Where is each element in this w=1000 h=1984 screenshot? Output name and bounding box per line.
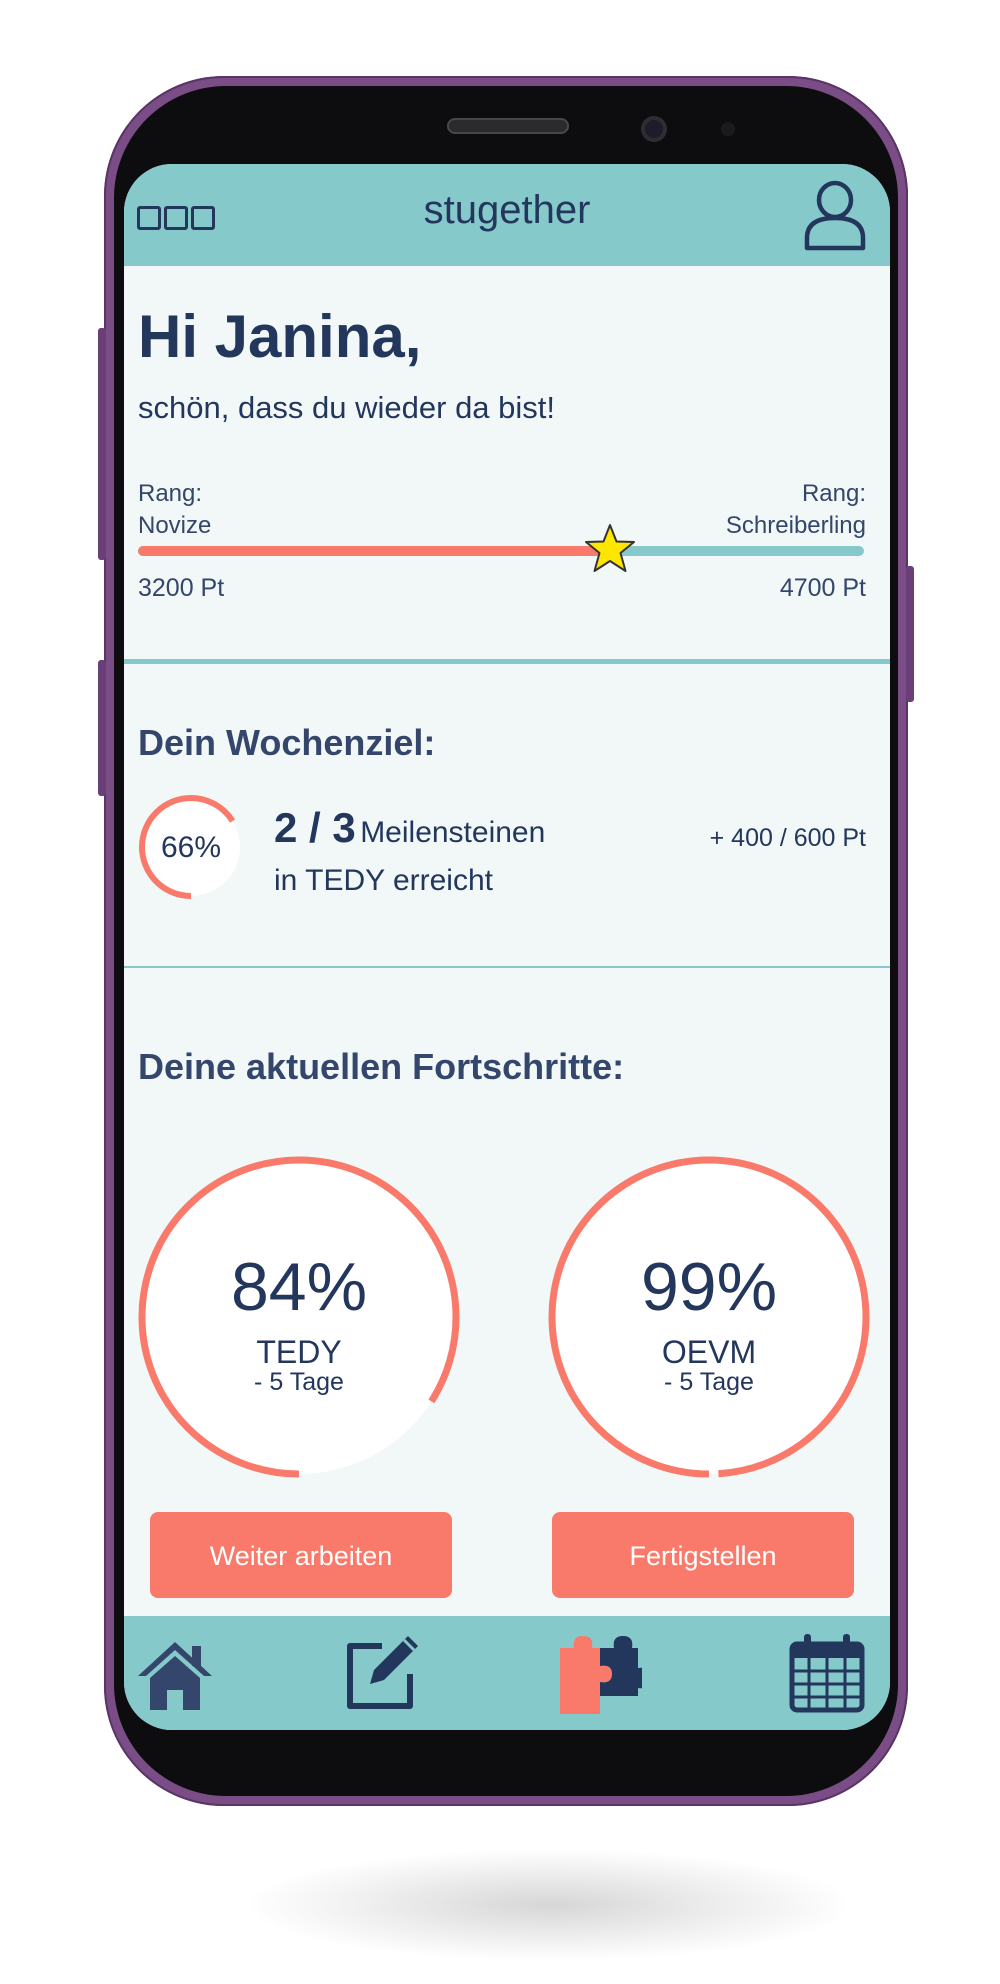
weekly-goal-count: 2 / 3 Meilensteinen xyxy=(274,804,545,852)
bottom-navigation xyxy=(124,1616,890,1730)
volume-down-button xyxy=(98,660,106,796)
tedy-days-left: - 5 Tage xyxy=(254,1368,344,1396)
oevm-course-name: OEVM xyxy=(661,1334,757,1370)
next-rank-points: 4700 Pt xyxy=(779,574,866,602)
oevm-progress-percent: 99% xyxy=(640,1249,778,1325)
power-button xyxy=(906,566,914,702)
volume-up-button xyxy=(98,328,106,560)
oevm-days-left: - 5 Tage xyxy=(664,1368,754,1396)
weekly-goal-detail: in TEDY erreicht xyxy=(274,864,493,897)
phone-shadow xyxy=(250,1850,850,1960)
complete-button[interactable]: Fertigstellen xyxy=(552,1512,854,1598)
puzzle-icon[interactable] xyxy=(556,1630,642,1716)
next-rank: Rang: Schreiberling xyxy=(726,478,866,542)
progress-card-oevm[interactable]: 99% OEVM - 5 Tage xyxy=(548,1156,870,1478)
tedy-course-name: TEDY xyxy=(256,1334,342,1370)
weekly-goal-points: + 400 / 600 Pt xyxy=(709,824,866,852)
weekly-goal-milestones: 2 / 3 xyxy=(274,804,356,851)
weekly-goal-percent: 66% xyxy=(161,831,221,864)
weekly-goal-title: Dein Wochenziel: xyxy=(138,722,436,763)
home-icon[interactable] xyxy=(132,1630,218,1716)
current-rank: Rang: Novize xyxy=(138,478,211,542)
tedy-progress-percent: 84% xyxy=(230,1249,368,1325)
user-profile-icon[interactable] xyxy=(802,180,868,252)
progress-section-title: Deine aktuellen Fortschritte: xyxy=(138,1046,625,1087)
weekly-goal-progress-ring: 66% xyxy=(139,795,243,899)
progress-card-tedy[interactable]: 84% TEDY - 5 Tage xyxy=(138,1156,460,1478)
next-rank-label: Rang: xyxy=(801,480,866,507)
current-rank-label: Rang: xyxy=(138,480,203,507)
weekly-goal-unit: Meilensteinen xyxy=(360,816,546,849)
next-rank-name: Schreiberling xyxy=(725,512,866,539)
current-rank-points: 3200 Pt xyxy=(138,574,225,602)
star-icon xyxy=(585,524,635,572)
current-rank-name: Novize xyxy=(138,512,212,539)
proximity-sensor xyxy=(721,122,735,136)
app-title: stugether xyxy=(423,188,591,232)
greeting-subtitle: schön, dass du wieder da bist! xyxy=(138,390,556,425)
app-screen: stugether Hi Janina, schön, dass du wied… xyxy=(124,164,890,1730)
continue-working-button[interactable]: Weiter arbeiten xyxy=(150,1512,452,1598)
front-camera xyxy=(641,116,667,142)
section-divider xyxy=(124,659,890,664)
greeting-title: Hi Janina, xyxy=(138,303,422,370)
edit-icon[interactable] xyxy=(338,1630,424,1716)
top-bar: stugether xyxy=(124,164,890,266)
earpiece-speaker xyxy=(447,118,569,134)
calendar-icon[interactable] xyxy=(784,1630,870,1716)
section-divider xyxy=(124,966,890,968)
rank-progress-fill xyxy=(138,546,610,556)
